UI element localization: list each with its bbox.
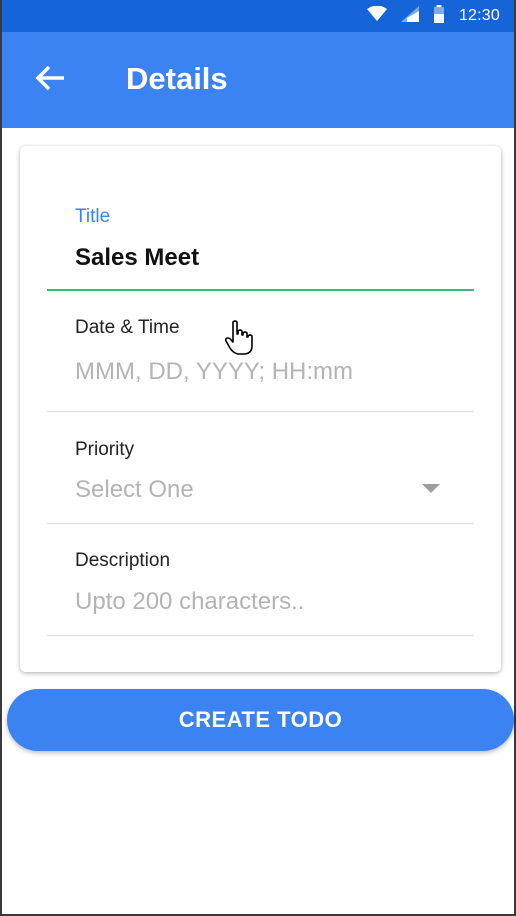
status-time: 12:30	[458, 7, 500, 24]
description-underline	[47, 635, 474, 636]
title-underline	[47, 289, 474, 291]
priority-select[interactable]: Select One	[75, 476, 194, 504]
wifi-icon	[366, 5, 387, 27]
priority-field[interactable]: Priority Select One	[47, 412, 474, 524]
app-bar: Details	[2, 32, 514, 128]
description-input[interactable]: Upto 200 characters..	[75, 588, 304, 616]
create-todo-button[interactable]: CREATE TODO	[7, 689, 514, 751]
status-bar: 12:30	[2, 0, 514, 32]
signal-icon	[400, 5, 419, 27]
phone-screen: 12:30 Details Title Sales Meet Date & Ti…	[0, 0, 516, 916]
arrow-left-icon	[34, 64, 66, 97]
page-title: Details	[126, 61, 228, 96]
description-label: Description	[75, 550, 171, 571]
details-card: Title Sales Meet Date & Time MMM, DD, YY…	[20, 146, 501, 672]
date-time-input[interactable]: MMM, DD, YYYY; HH:mm	[75, 358, 353, 386]
title-input[interactable]: Sales Meet	[75, 244, 199, 272]
battery-icon	[433, 4, 445, 28]
priority-label: Priority	[75, 439, 135, 460]
date-time-label: Date & Time	[75, 317, 180, 338]
back-button[interactable]	[32, 62, 68, 98]
status-icons: 12:30	[366, 0, 500, 32]
description-field[interactable]: Description Upto 200 characters..	[47, 524, 474, 636]
dropdown-arrow-icon[interactable]	[422, 484, 440, 493]
title-label: Title	[75, 206, 111, 227]
hand-cursor-icon	[224, 320, 254, 356]
title-field[interactable]: Title Sales Meet	[47, 146, 474, 292]
date-time-field[interactable]: Date & Time MMM, DD, YYYY; HH:mm	[47, 292, 474, 412]
